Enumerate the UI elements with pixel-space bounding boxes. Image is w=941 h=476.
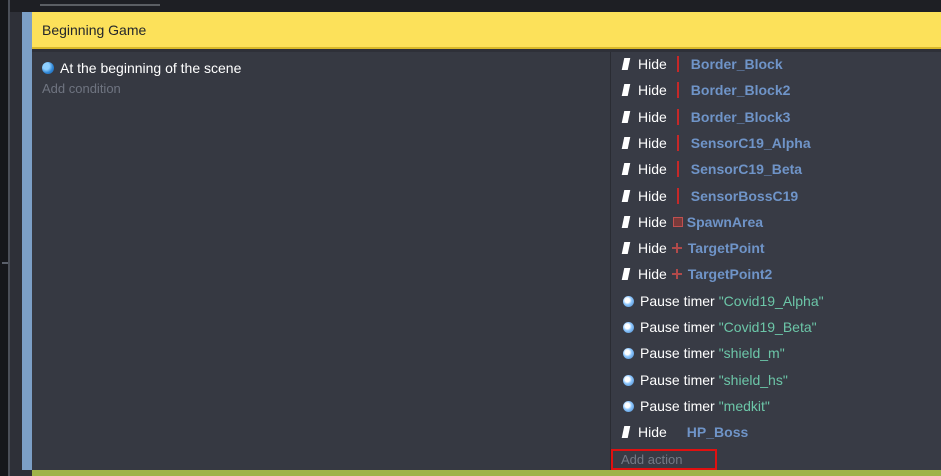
conditions-column: At the beginning of the scene Add condit… (32, 52, 610, 470)
point-thumbnail-icon (670, 241, 684, 255)
gutter-marker (2, 262, 8, 264)
event-group-header[interactable]: Beginning Game (32, 12, 941, 49)
action-verb: Pause timer (640, 372, 715, 388)
action-row[interactable]: Hide Border_Block (621, 53, 783, 75)
timer-icon (623, 374, 634, 386)
action-row[interactable]: Hide SpawnArea (621, 211, 764, 233)
action-verb: Hide (638, 214, 667, 230)
action-verb: Hide (638, 188, 667, 204)
action-verb: Hide (638, 424, 667, 440)
hide-icon (621, 137, 631, 149)
condition-row[interactable]: At the beginning of the scene (42, 58, 241, 78)
empty-thumbnail-icon (673, 427, 683, 437)
event-drag-handle[interactable] (22, 12, 32, 470)
timer-name: "shield_m" (718, 345, 785, 361)
action-row[interactable]: Hide SensorBossC19 (621, 185, 799, 207)
add-action-link[interactable]: Add action (621, 452, 682, 467)
scene-start-icon (42, 62, 54, 74)
action-verb: Pause timer (640, 319, 715, 335)
hide-icon (621, 216, 631, 228)
add-condition-link[interactable]: Add condition (42, 81, 121, 96)
object-name: TargetPoint2 (687, 266, 773, 282)
timer-icon (623, 400, 634, 412)
action-row[interactable]: Pause timer "Covid19_Alpha" (623, 290, 824, 312)
object-name: TargetPoint (687, 240, 765, 256)
left-gutter (0, 0, 8, 476)
actions-column: Hide HP_Boss Pause timer "medkit" Pause time… (611, 52, 941, 470)
action-row[interactable]: Hide HP_Boss (621, 421, 749, 443)
object-name: SensorC19_Alpha (690, 135, 811, 151)
timer-icon (623, 347, 634, 359)
object-name: SensorBossC19 (690, 188, 799, 204)
action-verb: Hide (638, 109, 667, 125)
hide-icon (621, 426, 631, 438)
next-event-edge (32, 470, 941, 476)
action-verb: Hide (638, 82, 667, 98)
group-title: Beginning Game (42, 22, 147, 38)
sprite-thumbnail-icon (676, 135, 679, 151)
timer-name: "medkit" (718, 398, 770, 414)
hide-icon (621, 268, 631, 280)
add-action-highlight[interactable]: Add action (611, 449, 717, 470)
action-verb: Pause timer (640, 398, 715, 414)
action-row[interactable]: Pause timer "shield_m" (623, 342, 785, 364)
timer-name: "Covid19_Beta" (718, 319, 817, 335)
hide-icon (621, 84, 631, 96)
toolbar-strip (0, 0, 941, 12)
object-name: Border_Block2 (690, 82, 791, 98)
action-row[interactable]: Hide SensorC19_Alpha (621, 132, 811, 154)
action-row[interactable]: Hide TargetPoint (621, 237, 765, 259)
hide-icon (621, 58, 631, 70)
condition-label: At the beginning of the scene (60, 60, 242, 76)
object-name: SpawnArea (686, 214, 764, 230)
sprite-thumbnail-icon (676, 56, 679, 72)
hide-icon (621, 242, 631, 254)
event-block: At the beginning of the scene Add condit… (32, 52, 941, 470)
action-verb: Hide (638, 56, 667, 72)
action-row[interactable]: Pause timer "shield_hs" (623, 369, 788, 391)
action-row[interactable]: Pause timer "medkit" (623, 395, 770, 417)
sprite-thumbnail-icon (676, 109, 679, 125)
point-thumbnail-icon (670, 267, 684, 281)
timer-icon (623, 321, 634, 333)
timer-icon (623, 295, 634, 307)
sprite-thumbnail-icon (676, 188, 679, 204)
hide-icon (621, 163, 631, 175)
action-row[interactable]: Hide Border_Block2 (621, 79, 791, 101)
action-row[interactable]: Pause timer "Covid19_Beta" (623, 316, 817, 338)
action-row[interactable]: Hide TargetPoint2 (621, 263, 773, 285)
sprite-thumbnail-icon (676, 82, 679, 98)
hide-icon (621, 190, 631, 202)
cropped-header-text (40, 0, 160, 6)
hide-icon (621, 111, 631, 123)
object-name: Border_Block3 (690, 109, 791, 125)
action-verb: Hide (638, 240, 667, 256)
action-verb: Pause timer (640, 345, 715, 361)
left-gutter-line (8, 0, 10, 476)
action-verb: Pause timer (640, 293, 715, 309)
action-row[interactable]: Hide Border_Block3 (621, 106, 791, 128)
object-name: HP_Boss (686, 424, 749, 440)
object-name: Border_Block (690, 56, 783, 72)
action-verb: Hide (638, 135, 667, 151)
action-verb: Hide (638, 161, 667, 177)
object-name: SensorC19_Beta (690, 161, 803, 177)
action-verb: Hide (638, 266, 667, 282)
timer-name: "shield_hs" (718, 372, 788, 388)
area-thumbnail-icon (672, 217, 683, 227)
timer-name: "Covid19_Alpha" (718, 293, 824, 309)
action-row[interactable]: Hide SensorC19_Beta (621, 158, 803, 180)
event-sheet-editor: Beginning Game At the beginning of the s… (0, 0, 941, 476)
sprite-thumbnail-icon (676, 161, 679, 177)
